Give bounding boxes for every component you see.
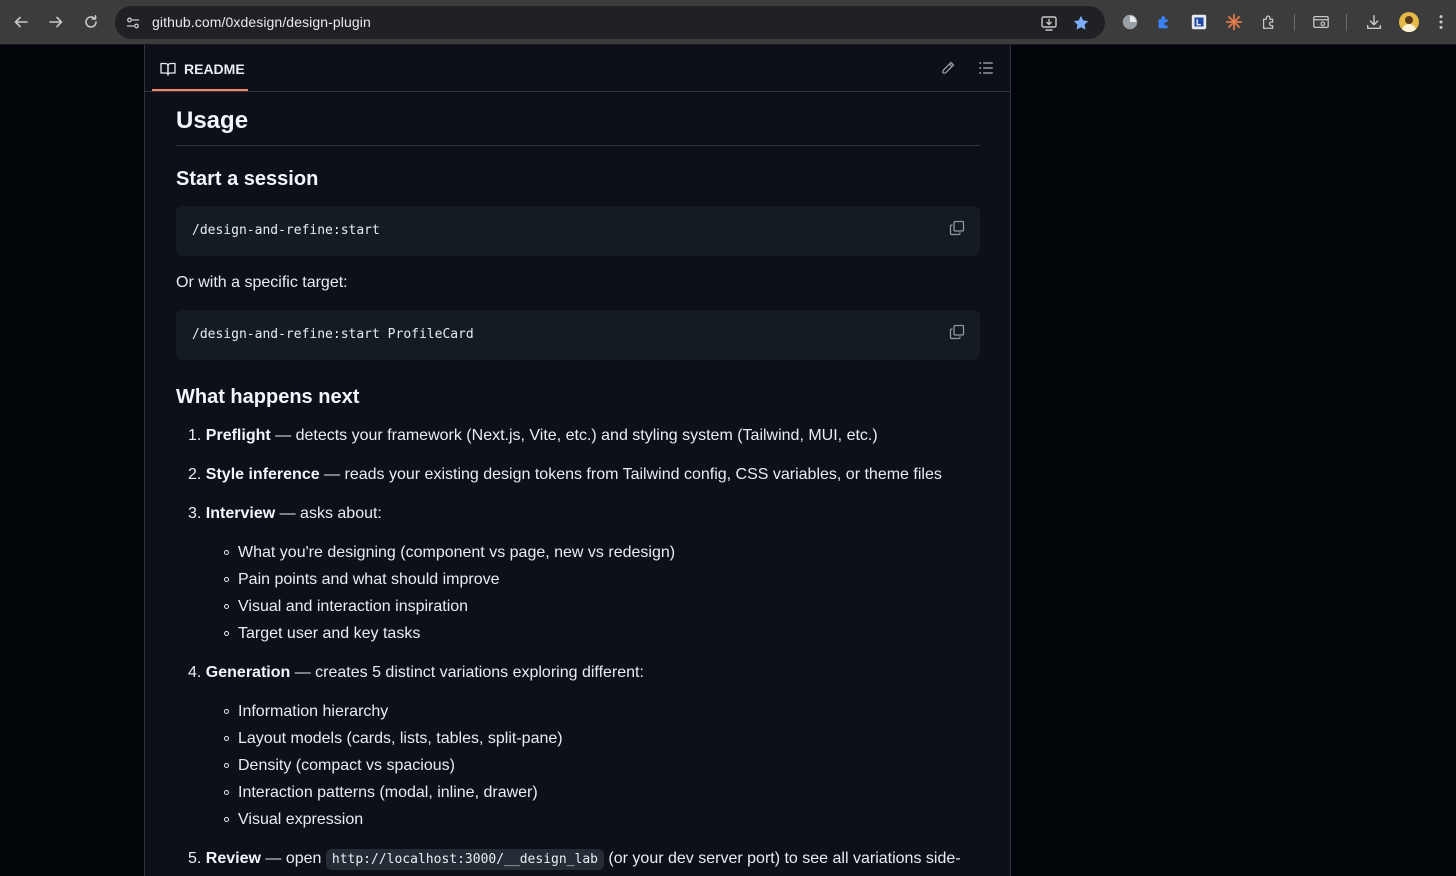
- list-item: Density (compact vs spacious): [224, 754, 455, 778]
- outline-button[interactable]: [978, 60, 994, 76]
- step-title: Generation: [205, 664, 291, 681]
- extensions-menu-icon[interactable]: [1259, 12, 1279, 32]
- list-item-text: Interaction patterns (modal, inline, dra…: [238, 784, 538, 801]
- url-text[interactable]: github.com/0xdesign/design-plugin: [152, 14, 371, 30]
- list-item-step: 5. Review — open http://localhost:3000/_…: [188, 847, 961, 872]
- paragraph-or: Or with a specific target:: [176, 274, 348, 291]
- readme-panel: README Usage Start a session /design-and…: [144, 45, 1011, 876]
- list-item: Visual expression: [224, 808, 364, 832]
- heading-start-session: Start a session: [176, 168, 319, 190]
- extension-clock-icon[interactable]: [1120, 12, 1140, 32]
- list-item-text: Pain points and what should improve: [238, 571, 500, 588]
- step-description-continued: (or your dev server port) to see all var…: [603, 850, 961, 867]
- edit-file-button[interactable]: [940, 60, 956, 76]
- install-app-icon[interactable]: [1039, 13, 1059, 33]
- heading-usage: Usage: [176, 105, 980, 146]
- list-item: Pain points and what should improve: [224, 568, 500, 592]
- list-item-step: 3. Interview — asks about:: [188, 502, 382, 526]
- step-description: — asks about:: [275, 505, 382, 522]
- step-number: 5.: [188, 850, 202, 867]
- code-block-target: /design-and-refine:start ProfileCard: [176, 310, 980, 360]
- copy-icon[interactable]: [949, 220, 965, 236]
- step-title: Review: [205, 850, 261, 867]
- bullet-circle: [224, 763, 229, 768]
- back-button[interactable]: [10, 11, 32, 33]
- list-item: Target user and key tasks: [224, 622, 421, 646]
- list-item-step: 2. Style inference — reads your existing…: [188, 463, 942, 487]
- profile-avatar[interactable]: [1399, 12, 1419, 32]
- list-item-text: Information hierarchy: [238, 703, 389, 720]
- list-item: Interaction patterns (modal, inline, dra…: [224, 781, 538, 805]
- code-text[interactable]: /design-and-refine:start ProfileCard: [192, 327, 474, 342]
- back-arrow-icon: [14, 16, 28, 28]
- browser-toolbar: github.com/0xdesign/design-plugin: [0, 0, 1456, 45]
- chrome-menu-icon[interactable]: [1431, 12, 1451, 32]
- list-item-text: Layout models (cards, lists, tables, spl…: [238, 730, 563, 747]
- inline-code-url[interactable]: http://localhost:3000/__design_lab: [325, 849, 604, 870]
- list-item: Layout models (cards, lists, tables, spl…: [224, 727, 563, 751]
- bullet-circle: [224, 736, 229, 741]
- list-item: What you're designing (component vs page…: [224, 541, 676, 565]
- pencil-icon: [942, 61, 955, 74]
- bullet-circle: [224, 577, 229, 582]
- extension-sunburst-icon[interactable]: [1224, 12, 1244, 32]
- list-item-text: Visual and interaction inspiration: [238, 598, 469, 615]
- step-title: Preflight: [205, 427, 271, 444]
- code-block-start: /design-and-refine:start: [176, 206, 980, 256]
- extension-square-icon[interactable]: [1189, 12, 1209, 32]
- bullet-circle: [224, 631, 229, 636]
- readme-tab-label: README: [184, 61, 245, 77]
- list-item-step: 1. Preflight — detects your framework (N…: [188, 424, 878, 448]
- readme-tab[interactable]: README: [152, 45, 248, 91]
- list-item: Visual and interaction inspiration: [224, 595, 469, 619]
- list-item-text: Visual expression: [238, 811, 364, 828]
- bullet-circle: [224, 817, 229, 822]
- step-number: 2.: [188, 466, 202, 483]
- step-description: — creates 5 distinct variations explorin…: [290, 664, 644, 681]
- toolbar-divider: [1346, 14, 1347, 31]
- list-item-text: Density (compact vs spacious): [238, 757, 455, 774]
- list-item-text: What you're designing (component vs page…: [238, 544, 676, 561]
- site-settings-icon[interactable]: [124, 14, 142, 32]
- list-icon: [979, 62, 993, 74]
- list-item-text: Target user and key tasks: [238, 625, 421, 642]
- forward-button[interactable]: [45, 11, 67, 33]
- extension-puzzle-blue-icon[interactable]: [1154, 12, 1174, 32]
- list-item: Information hierarchy: [224, 700, 389, 724]
- step-description: — detects your framework (Next.js, Vite,…: [270, 427, 878, 444]
- step-description: — open: [260, 850, 326, 867]
- step-title: Interview: [205, 505, 276, 522]
- address-bar[interactable]: github.com/0xdesign/design-plugin: [115, 6, 1105, 39]
- step-number: 3.: [188, 505, 202, 522]
- reload-icon: [85, 15, 97, 28]
- heading-what-happens-next: What happens next: [176, 386, 360, 408]
- readme-header: README: [145, 45, 1010, 92]
- list-item-step: 4. Generation — creates 5 distinct varia…: [188, 661, 644, 685]
- toolbar-divider: [1294, 14, 1295, 31]
- step-number: 4.: [188, 664, 202, 681]
- step-description: — reads your existing design tokens from…: [319, 466, 942, 483]
- bookmark-star-icon[interactable]: [1071, 13, 1091, 33]
- copy-icon[interactable]: [949, 324, 965, 340]
- code-text[interactable]: /design-and-refine:start: [192, 223, 380, 238]
- step-title: Style inference: [205, 466, 320, 483]
- book-icon: [160, 62, 176, 76]
- reading-mode-icon[interactable]: [1311, 12, 1331, 32]
- reload-button[interactable]: [80, 11, 102, 33]
- bullet-circle: [224, 550, 229, 555]
- forward-arrow-icon: [49, 16, 63, 28]
- step-number: 1.: [188, 427, 202, 444]
- bullet-circle: [224, 790, 229, 795]
- downloads-icon[interactable]: [1364, 12, 1384, 32]
- bullet-circle: [224, 709, 229, 714]
- bullet-circle: [224, 604, 229, 609]
